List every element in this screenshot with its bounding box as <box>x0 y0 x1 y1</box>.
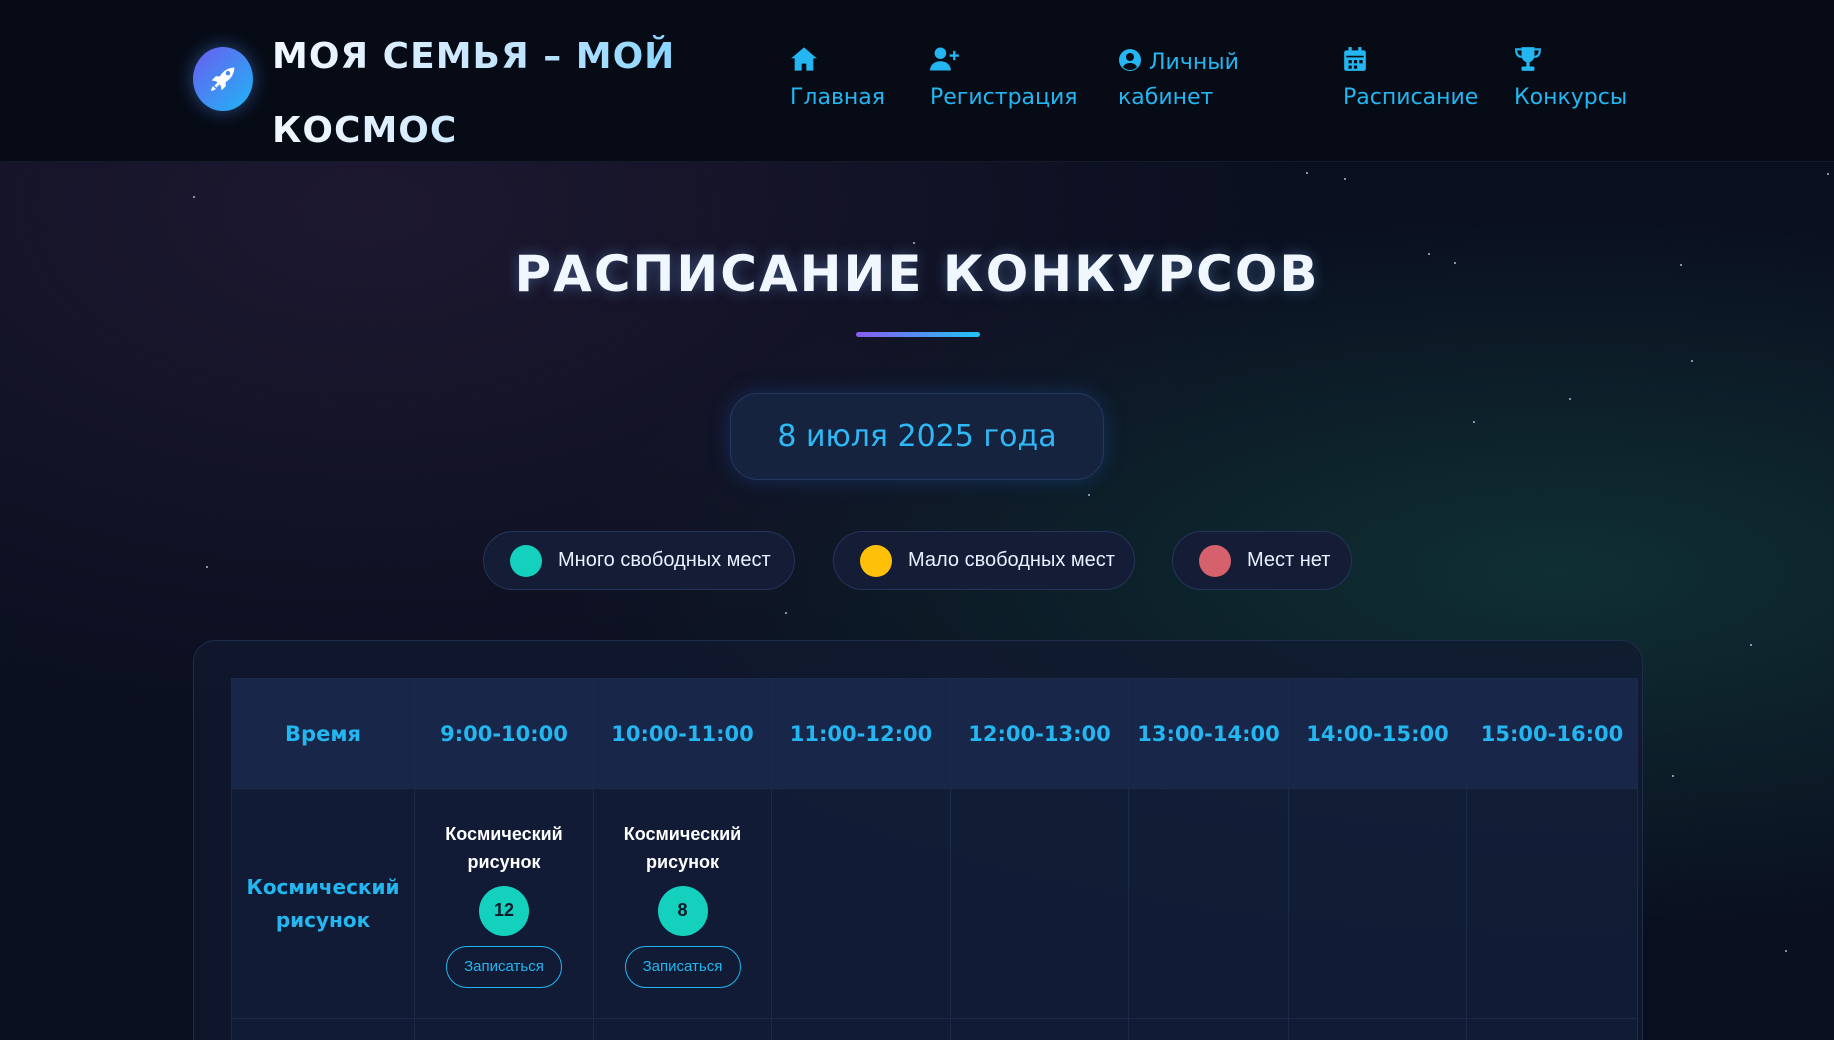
nav-registration-label: Регистрация <box>930 85 1078 110</box>
schedule-card: Время 9:00-10:00 10:00-11:00 11:00-12:00… <box>193 640 1643 1040</box>
header-slot: 10:00-11:00 <box>593 678 772 789</box>
legend-label-none: Мест нет <box>1247 549 1331 571</box>
row-cell <box>950 1018 1129 1040</box>
row-cell <box>1466 1018 1638 1040</box>
slot-cell: Космический рисунок 12 Записаться <box>414 788 594 1019</box>
header-slot: 11:00-12:00 <box>771 678 951 789</box>
trophy-icon <box>1515 47 1541 71</box>
site-header: МОЯ СЕМЬЯ – МОЙ КОСМОС Главная Регистрац… <box>0 0 1834 162</box>
header-slot: 14:00-15:00 <box>1288 678 1467 789</box>
nav-home[interactable]: Главная <box>790 45 885 115</box>
legend-label-few: Мало свободных мест <box>908 549 1115 571</box>
header-slot: 15:00-16:00 <box>1466 678 1638 789</box>
slot-cell: Космический рисунок 8 Записаться <box>593 788 772 1019</box>
seats-badge: 12 <box>479 885 529 936</box>
calendar-icon <box>1344 47 1366 71</box>
page-title: РАСПИСАНИЕ КОНКУРСОВ <box>514 245 1320 303</box>
signup-button[interactable]: Записаться <box>624 945 741 988</box>
header-slot: 13:00-14:00 <box>1128 678 1289 789</box>
nav-registration[interactable]: Регистрация <box>930 45 1078 115</box>
row-cell <box>414 1018 594 1040</box>
slot-title: Космический рисунок <box>445 823 563 872</box>
legend-dot-few <box>860 544 892 577</box>
empty-slot-cell <box>1466 788 1638 1019</box>
schedule-table: Время 9:00-10:00 10:00-11:00 11:00-12:00… <box>231 678 1638 1040</box>
user-plus-icon <box>930 47 959 71</box>
schedule-header-row: Время 9:00-10:00 10:00-11:00 11:00-12:00… <box>231 678 1638 789</box>
signup-button[interactable]: Записаться <box>446 945 562 988</box>
table-row: Космический рисунок Космический рисунок … <box>231 788 1638 1019</box>
empty-slot-cell <box>950 788 1129 1019</box>
header-time: Время <box>231 678 415 789</box>
user-circle-icon <box>1119 49 1141 71</box>
home-icon <box>791 47 817 71</box>
nav-schedule[interactable]: Расписание <box>1343 45 1478 115</box>
legend-no-seats: Мест нет <box>1172 531 1352 590</box>
empty-slot-cell <box>1288 788 1467 1019</box>
row-cell <box>1288 1018 1467 1040</box>
empty-slot-cell <box>1128 788 1289 1019</box>
slot-title: Космический рисунок <box>623 823 742 872</box>
date-badge: 8 июля 2025 года <box>730 393 1104 480</box>
nav-contests[interactable]: Конкурсы <box>1514 45 1627 115</box>
main-nav: Главная Регистрация Личный кабинет Распи… <box>0 45 1834 135</box>
nav-cabinet[interactable]: Личный кабинет <box>1118 45 1268 115</box>
seats-badge: 8 <box>657 885 708 936</box>
empty-slot-cell <box>771 788 951 1019</box>
row-cell <box>1128 1018 1289 1040</box>
legend-many-seats: Много свободных мест <box>483 531 795 590</box>
legend-dot-none <box>1199 544 1231 577</box>
header-slot: 12:00-13:00 <box>950 678 1129 789</box>
legend-few-seats: Мало свободных мест <box>833 531 1135 590</box>
header-slot: 9:00-10:00 <box>414 678 594 789</box>
table-row <box>231 1018 1638 1040</box>
row-cell <box>593 1018 772 1040</box>
nav-schedule-label: Расписание <box>1343 85 1479 110</box>
row-cell <box>231 1018 415 1040</box>
row-cell <box>771 1018 951 1040</box>
legend-dot-many <box>510 544 542 577</box>
contest-name: Космический рисунок <box>231 788 415 1019</box>
legend-label-many: Много свободных мест <box>558 549 771 571</box>
title-underline <box>856 332 980 337</box>
nav-contests-label: Конкурсы <box>1514 85 1628 110</box>
nav-home-label: Главная <box>790 85 886 110</box>
